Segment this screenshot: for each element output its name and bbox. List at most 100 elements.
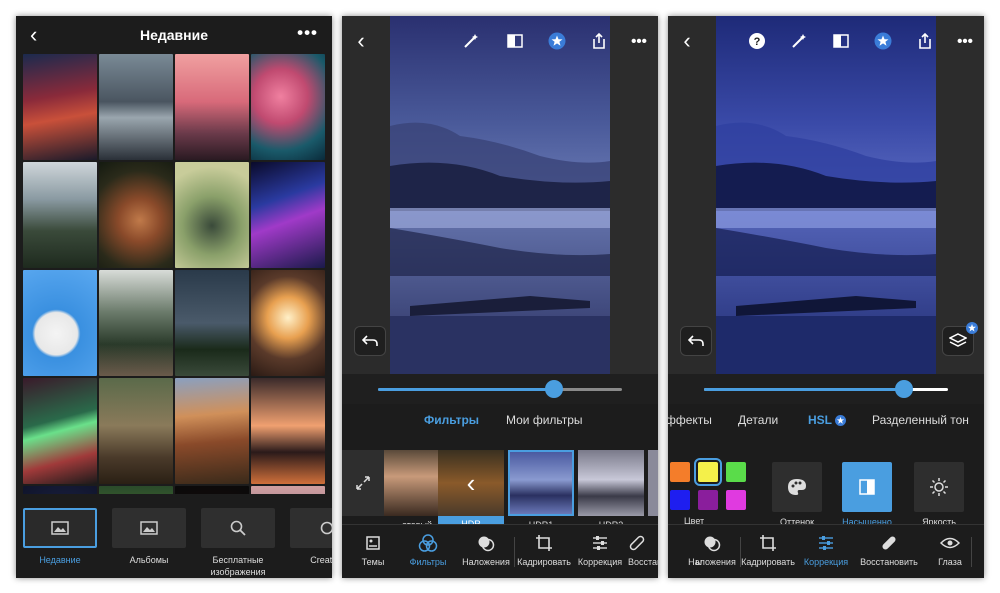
intensity-slider[interactable] [342,374,658,404]
nav-label: Коррекция [803,557,849,567]
photo-thumbnail[interactable] [251,162,325,268]
slider-knob[interactable] [895,380,913,398]
nav-correction[interactable]: Коррекция [794,533,858,567]
correction-sliders-icon [593,536,607,550]
magic-wand-icon[interactable] [788,30,810,52]
photo-thumbnail[interactable] [23,54,97,160]
photo-thumbnail[interactable] [99,486,173,494]
photo-thumbnail[interactable] [251,54,325,160]
editor-bottom-nav: Темы Фильтры Наложения Кадрировать Корре… [342,524,658,578]
creative-cloud-button[interactable] [290,508,332,548]
free-images-label: Бесплатные изображения [210,555,266,577]
photo-thumbnail[interactable] [23,378,97,484]
filter-thumbnail-selected[interactable]: ‹ [438,450,504,516]
albums-button[interactable] [112,508,186,548]
nav-label: Фильтры [409,557,447,567]
premium-badge-icon [966,322,978,334]
filter-thumbnail[interactable] [578,450,644,516]
filter-thumbnail[interactable] [508,450,574,516]
more-options-icon[interactable]: ••• [954,30,976,52]
color-swatch-blue[interactable] [670,490,690,510]
expand-icon [356,476,370,490]
undo-button[interactable] [680,326,712,356]
more-options-icon[interactable]: ••• [628,30,650,52]
photo-thumbnail[interactable] [23,270,97,376]
filter-thumbnail[interactable] [648,450,658,516]
color-swatch-yellow[interactable] [694,458,722,486]
photo-thumbnail[interactable] [251,270,325,376]
nav-crop[interactable]: Кадрировать [512,533,576,567]
compare-icon[interactable] [504,30,526,52]
photo-thumbnail[interactable] [175,162,249,268]
nav-label: Кадрировать [741,557,795,567]
photo-thumbnail[interactable] [23,486,97,494]
nav-filters[interactable]: Фильтры [396,533,460,567]
editor-toolbar: ‹ ? ••• [668,16,984,64]
tab-details[interactable]: Детали [738,413,778,427]
brightness-button[interactable] [914,462,964,512]
photo-thumbnail[interactable] [99,54,173,160]
photo-thumbnail[interactable] [99,162,173,268]
color-swatch-magenta[interactable] [726,490,746,510]
hsl-editor-screen: ‹ ? ••• ффекты Детали HSL Разделенный то… [668,16,984,578]
expand-button[interactable] [342,450,384,516]
photo-thumbnail[interactable] [23,162,97,268]
slider-track[interactable] [378,388,622,391]
tab-effects[interactable]: ффекты [668,413,712,427]
nav-crop[interactable]: Кадрировать [736,533,800,567]
premium-star-icon[interactable] [546,30,568,52]
photo-thumbnail[interactable] [99,270,173,376]
undo-icon [688,335,704,346]
photo-canvas: ‹ ? ••• [668,16,984,374]
gallery-header: ‹ Недавние ••• [16,16,332,54]
nav-eyes[interactable]: Глаза [918,533,982,567]
tab-hsl[interactable]: HSL [808,413,847,427]
nav-label: Восстановить [860,557,918,567]
photo-thumbnail[interactable] [175,54,249,160]
eye-icon [940,537,960,549]
more-options-icon[interactable]: ••• [297,23,318,43]
share-icon[interactable] [914,30,936,52]
photo-grid [23,54,325,494]
brightness-icon [930,478,948,496]
back-arrow-icon[interactable]: ‹ [676,28,698,53]
photo-thumbnail[interactable] [175,378,249,484]
undo-button[interactable] [354,326,386,356]
editor-bottom-nav: ы Наложения Кадрировать Коррекция Восста… [668,524,984,578]
filter-tabs: Фильтры Мои фильтры [342,404,658,434]
nav-restore[interactable]: Восстан [622,533,658,567]
gallery-source-bar: Недавние Альбомы Бесплатные изображения … [16,494,332,578]
help-icon[interactable]: ? [746,30,768,52]
back-arrow-icon[interactable]: ‹ [350,28,372,53]
saturation-button[interactable] [842,462,892,512]
tab-split-toning[interactable]: Разделенный тон [872,413,969,427]
saturation-slider[interactable] [668,374,984,404]
slider-knob[interactable] [545,380,563,398]
color-swatch-orange[interactable] [670,462,690,482]
compare-icon[interactable] [830,30,852,52]
color-swatch-purple[interactable] [698,490,718,510]
layers-button[interactable] [942,322,978,356]
magic-wand-icon[interactable] [460,30,482,52]
edited-photo[interactable] [716,16,936,374]
photo-thumbnail[interactable] [99,378,173,484]
edited-photo[interactable] [390,16,610,374]
color-swatch-green[interactable] [726,462,746,482]
premium-star-icon[interactable] [872,30,894,52]
photo-thumbnail[interactable] [175,486,249,494]
creative-cloud-icon [320,521,332,535]
nav-overlays[interactable]: Наложения [454,533,518,567]
photo-thumbnail[interactable] [175,270,249,376]
recent-button[interactable] [23,508,97,548]
nav-overlays[interactable]: Наложения [680,533,744,567]
free-images-button[interactable] [201,508,275,548]
photo-thumbnail[interactable] [251,486,325,494]
nav-restore[interactable]: Восстановить [852,533,926,567]
hue-button[interactable] [772,462,822,512]
crop-icon [760,535,776,551]
tab-filters[interactable]: Фильтры [424,413,479,427]
tab-my-filters[interactable]: Мои фильтры [506,413,583,427]
share-icon[interactable] [588,30,610,52]
photo-thumbnail[interactable] [251,378,325,484]
album-icon [140,521,158,535]
